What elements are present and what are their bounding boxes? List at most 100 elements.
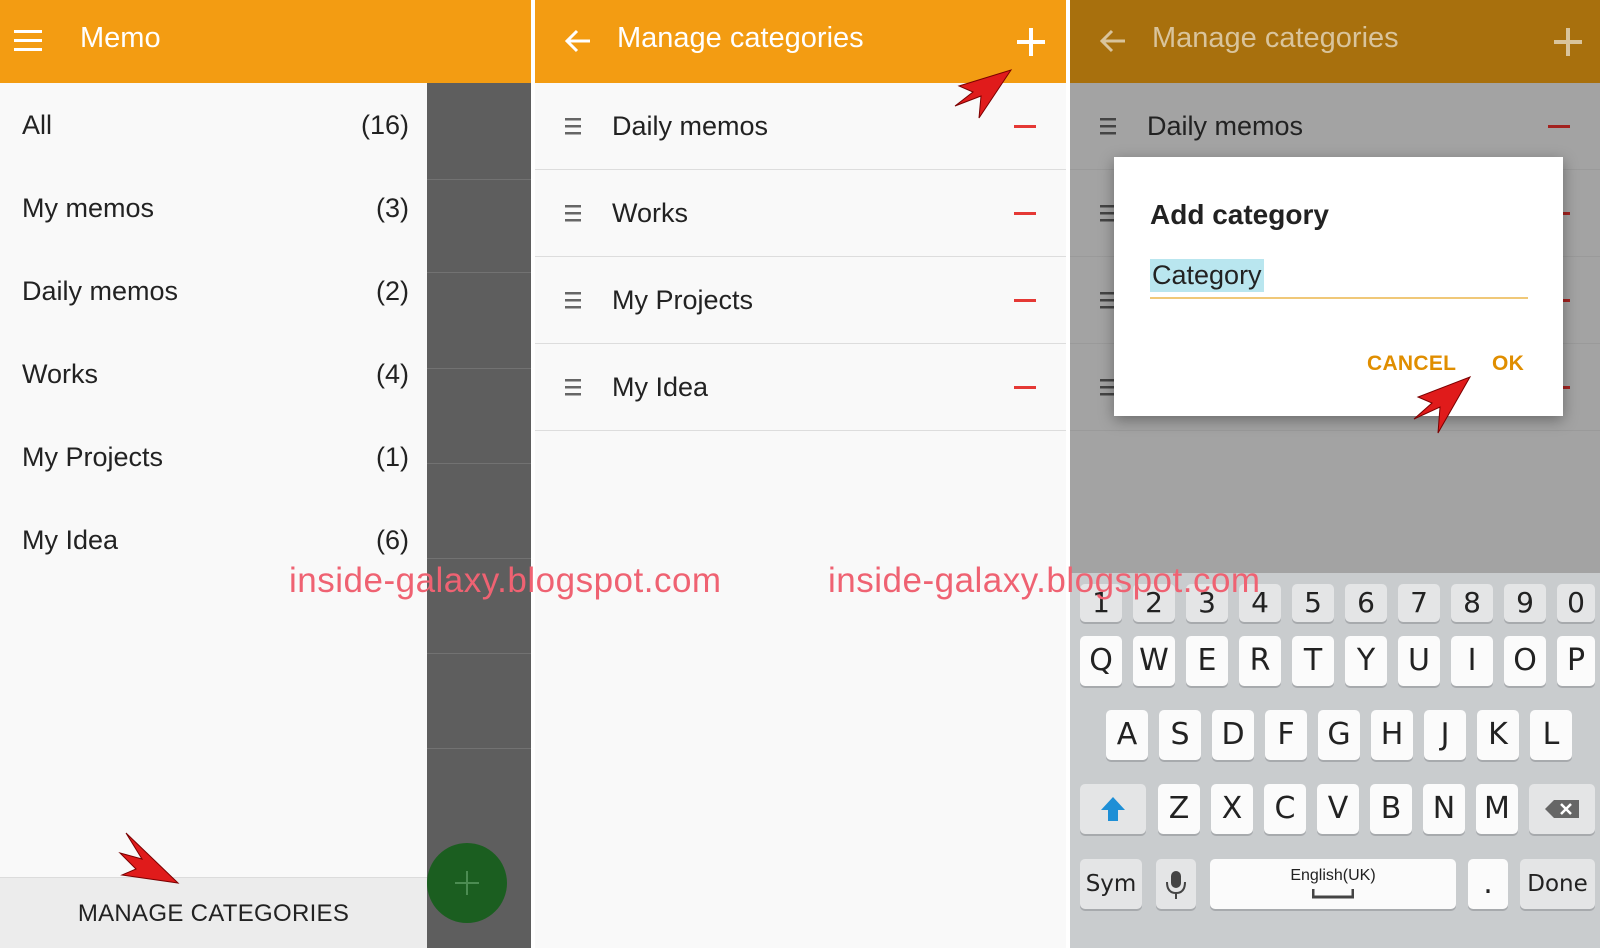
key-y[interactable]: Y xyxy=(1345,636,1387,686)
category-item-daily-memos[interactable]: Daily memos (2) xyxy=(0,249,427,332)
delete-minus-icon xyxy=(1548,125,1570,128)
key-0[interactable]: 0 xyxy=(1557,584,1595,622)
pointer-arrow-icon xyxy=(118,832,180,884)
category-count: (16) xyxy=(360,110,409,140)
key-p[interactable]: P xyxy=(1557,636,1595,686)
backspace-key[interactable] xyxy=(1529,784,1595,834)
on-screen-keyboard: 1 2 3 4 5 6 7 8 9 0 Q W E R T Y U I O P … xyxy=(1070,573,1600,948)
key-v[interactable]: V xyxy=(1317,784,1359,834)
period-key[interactable]: . xyxy=(1468,859,1508,909)
manage-categories-screen: Manage categories Daily memos Works My P… xyxy=(535,0,1066,948)
key-o[interactable]: O xyxy=(1504,636,1546,686)
screen-title: Manage categories xyxy=(617,22,864,54)
menu-icon[interactable] xyxy=(14,30,42,52)
key-t[interactable]: T xyxy=(1292,636,1334,686)
category-count: (1) xyxy=(376,442,409,472)
category-item-my-projects[interactable]: My Projects (1) xyxy=(0,415,427,498)
key-g[interactable]: G xyxy=(1318,710,1360,760)
manage-row-my-idea: My Idea xyxy=(535,344,1066,431)
key-r[interactable]: R xyxy=(1239,636,1281,686)
memo-drawer-screen: Memo All (16) My memos (3) Daily memos (… xyxy=(0,0,531,948)
sym-key[interactable]: Sym xyxy=(1080,859,1142,909)
ok-button[interactable]: OK xyxy=(1492,352,1524,376)
key-u[interactable]: U xyxy=(1398,636,1440,686)
category-name: My Idea xyxy=(22,525,119,555)
done-key[interactable]: Done xyxy=(1520,859,1595,909)
add-memo-fab[interactable] xyxy=(427,843,507,923)
back-arrow-icon xyxy=(1100,29,1125,53)
add-icon[interactable] xyxy=(1017,28,1045,56)
key-c[interactable]: C xyxy=(1264,784,1306,834)
drag-handle-icon[interactable] xyxy=(565,290,581,310)
key-i[interactable]: I xyxy=(1451,636,1493,686)
input-selected-text: Category xyxy=(1150,259,1264,292)
key-x[interactable]: X xyxy=(1211,784,1253,834)
category-count: (6) xyxy=(376,525,409,555)
key-6[interactable]: 6 xyxy=(1345,584,1387,622)
category-name: My Projects xyxy=(22,442,164,472)
manage-categories-label: MANAGE CATEGORIES xyxy=(77,900,350,927)
manage-categories-button[interactable]: MANAGE CATEGORIES xyxy=(0,877,427,948)
category-name: My Projects xyxy=(612,285,754,315)
delete-minus-icon[interactable] xyxy=(1014,386,1036,389)
memo-app-bar: Memo xyxy=(0,0,531,83)
delete-minus-icon[interactable] xyxy=(1014,212,1036,215)
key-h[interactable]: H xyxy=(1371,710,1413,760)
key-5[interactable]: 5 xyxy=(1292,584,1334,622)
key-l[interactable]: L xyxy=(1530,710,1572,760)
category-name: Daily memos xyxy=(612,111,769,141)
key-k[interactable]: K xyxy=(1477,710,1519,760)
drag-handle-icon xyxy=(1100,118,1116,135)
key-d[interactable]: D xyxy=(1212,710,1254,760)
category-count: (4) xyxy=(376,359,409,389)
key-e[interactable]: E xyxy=(1186,636,1228,686)
add-category-screen: Manage categories Daily memos Add catego… xyxy=(1070,0,1600,948)
key-j[interactable]: J xyxy=(1424,710,1466,760)
drawer-scrim[interactable] xyxy=(427,83,531,948)
key-9[interactable]: 9 xyxy=(1504,584,1546,622)
space-key[interactable]: English(UK) xyxy=(1210,859,1456,909)
shift-key[interactable] xyxy=(1080,784,1146,834)
category-name: My Idea xyxy=(612,372,709,402)
key-q[interactable]: Q xyxy=(1080,636,1122,686)
drag-handle-icon[interactable] xyxy=(565,203,581,223)
app-title: Memo xyxy=(80,22,161,54)
key-z[interactable]: Z xyxy=(1158,784,1200,834)
shift-arrow-icon xyxy=(1101,797,1125,821)
drag-handle-icon[interactable] xyxy=(565,116,581,136)
category-name: Works xyxy=(22,359,99,389)
watermark-text: inside-galaxy.blogspot.com xyxy=(828,561,1261,600)
plus-icon xyxy=(455,871,479,895)
category-name: Daily memos xyxy=(1147,111,1304,141)
back-arrow-icon[interactable] xyxy=(565,29,591,53)
voice-input-key[interactable] xyxy=(1156,859,1196,909)
category-item-all[interactable]: All (16) xyxy=(0,83,427,166)
dimmed-app-bar: Manage categories xyxy=(1070,0,1600,83)
category-drawer: All (16) My memos (3) Daily memos (2) Wo… xyxy=(0,83,427,948)
key-8[interactable]: 8 xyxy=(1451,584,1493,622)
key-s[interactable]: S xyxy=(1159,710,1201,760)
drag-handle-icon[interactable] xyxy=(565,377,581,397)
key-m[interactable]: M xyxy=(1476,784,1518,834)
add-category-dialog: Add category Category CANCEL OK xyxy=(1114,157,1563,416)
category-name-input[interactable]: Category xyxy=(1150,257,1528,299)
delete-minus-icon[interactable] xyxy=(1014,125,1036,128)
key-a[interactable]: A xyxy=(1106,710,1148,760)
space-bar-icon xyxy=(1312,889,1354,899)
key-f[interactable]: F xyxy=(1265,710,1307,760)
microphone-icon xyxy=(1166,871,1186,899)
category-count: (3) xyxy=(376,193,409,223)
category-name: Daily memos xyxy=(22,276,179,306)
key-w[interactable]: W xyxy=(1133,636,1175,686)
key-n[interactable]: N xyxy=(1423,784,1465,834)
delete-minus-icon[interactable] xyxy=(1014,299,1036,302)
dialog-title: Add category xyxy=(1150,199,1329,230)
screen-title: Manage categories xyxy=(1152,22,1399,54)
watermark-text: inside-galaxy.blogspot.com xyxy=(289,561,722,600)
category-item-my-memos[interactable]: My memos (3) xyxy=(0,166,427,249)
key-b[interactable]: B xyxy=(1370,784,1412,834)
manage-row-my-projects: My Projects xyxy=(535,257,1066,344)
add-icon xyxy=(1554,28,1582,56)
key-7[interactable]: 7 xyxy=(1398,584,1440,622)
category-item-works[interactable]: Works (4) xyxy=(0,332,427,415)
